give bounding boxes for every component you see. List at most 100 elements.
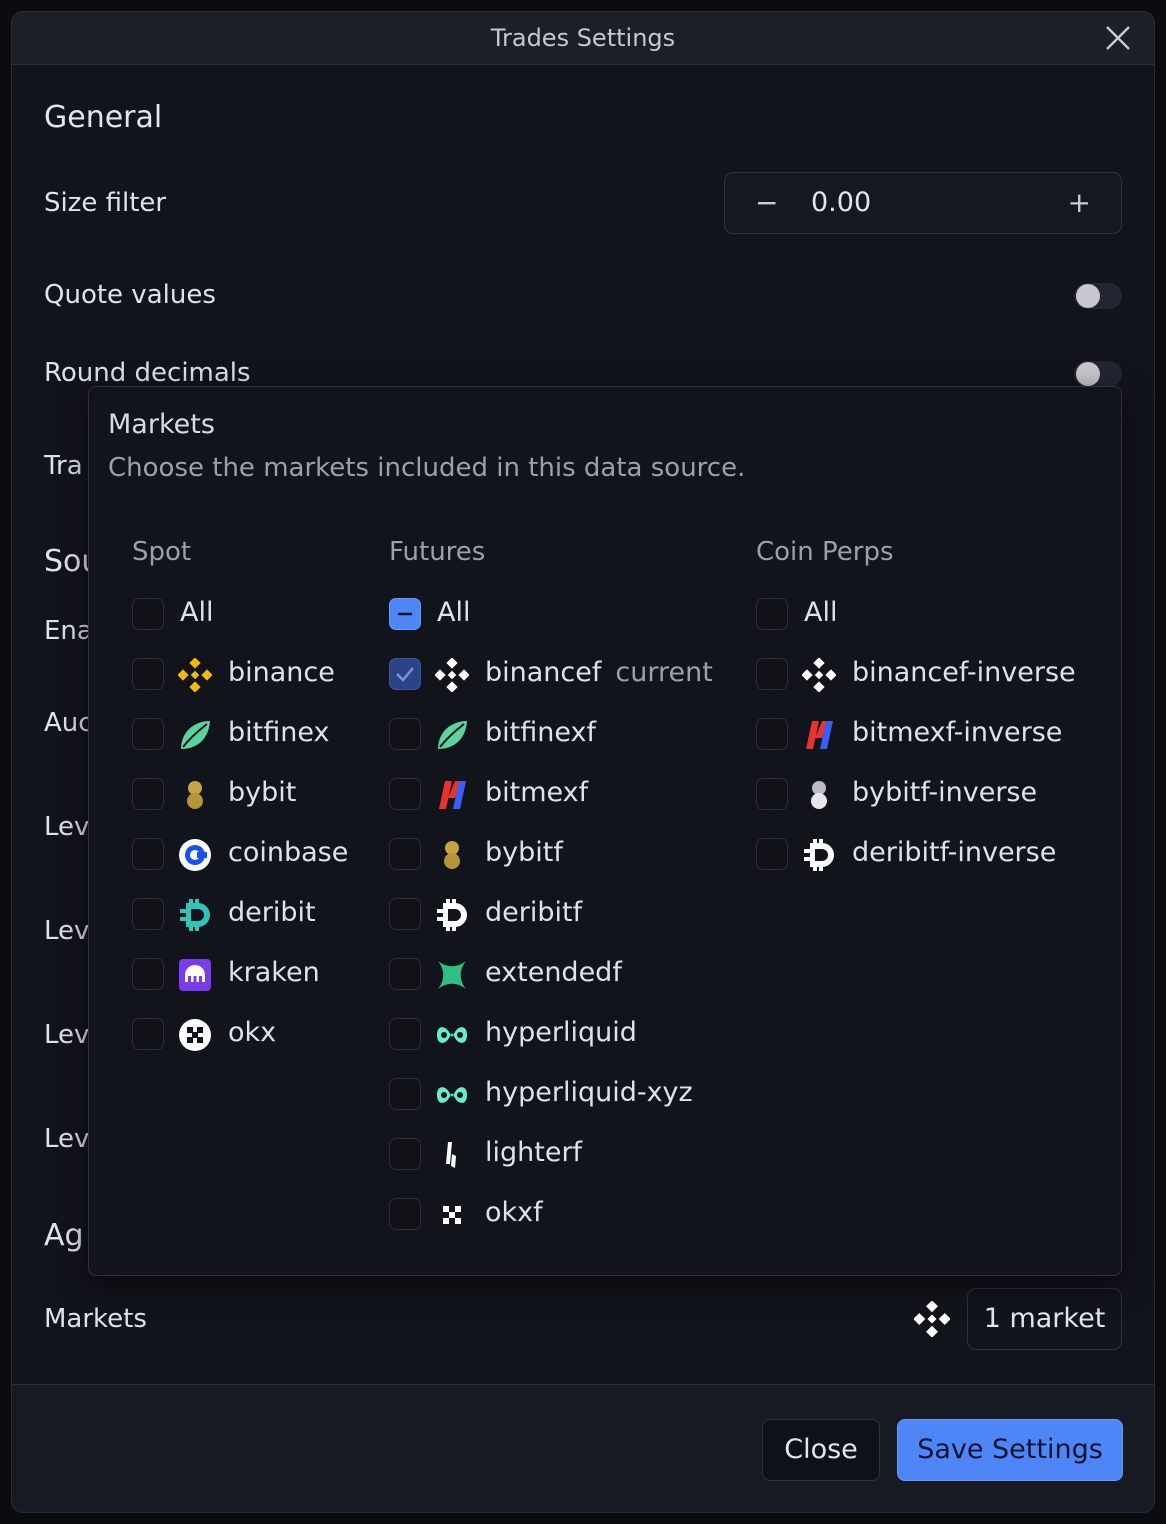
checkbox[interactable] xyxy=(132,838,164,870)
bybit-icon xyxy=(178,778,212,812)
binance-icon xyxy=(914,1301,950,1337)
option-label: All xyxy=(804,597,838,628)
markets-count-button[interactable]: 1 market xyxy=(967,1288,1122,1350)
spot-all-option[interactable]: All xyxy=(132,594,332,634)
quote-values-toggle[interactable] xyxy=(1074,283,1122,309)
round-decimals-toggle[interactable] xyxy=(1074,361,1122,387)
futures-okxf-option[interactable]: okxf xyxy=(389,1194,689,1234)
coin-perps-all-option[interactable]: All xyxy=(756,594,956,634)
option-label: deribit xyxy=(228,897,316,928)
checkbox-indeterminate[interactable] xyxy=(389,598,421,630)
checkbox[interactable] xyxy=(132,958,164,990)
kraken-icon xyxy=(178,958,212,992)
general-heading: General xyxy=(44,100,163,135)
spot-kraken-option[interactable]: kraken xyxy=(132,954,362,994)
footer-bar: Close Save Settings xyxy=(12,1384,1154,1512)
checkbox[interactable] xyxy=(389,1198,421,1230)
option-label-wrap: binancef current xyxy=(485,657,713,688)
option-label: bitmexf xyxy=(485,777,589,808)
partial-heading-ag: Ag xyxy=(44,1218,84,1253)
option-label: binance xyxy=(228,657,335,688)
okx-icon xyxy=(435,1198,469,1232)
checkbox[interactable] xyxy=(132,598,164,630)
window-title: Trades Settings xyxy=(490,24,676,52)
partial-label-lev-2: Lev xyxy=(44,916,90,946)
coin-perps-bybitf-inverse-option[interactable]: bybitf-inverse xyxy=(756,774,1096,814)
spot-deribit-option[interactable]: deribit xyxy=(132,894,362,934)
futures-all-option[interactable]: All xyxy=(389,594,589,634)
checkbox[interactable] xyxy=(756,598,788,630)
option-label: All xyxy=(180,597,214,628)
checkbox[interactable] xyxy=(132,778,164,810)
option-label: okxf xyxy=(485,1197,543,1228)
spot-column-heading: Spot xyxy=(132,537,192,567)
checkbox-checked[interactable] xyxy=(389,658,421,690)
checkbox[interactable] xyxy=(389,838,421,870)
binance-icon xyxy=(435,658,469,692)
checkbox[interactable] xyxy=(389,958,421,990)
checkbox[interactable] xyxy=(389,778,421,810)
coin-perps-deribitf-inverse-option[interactable]: deribitf-inverse xyxy=(756,834,1096,874)
option-label: bybitf xyxy=(485,837,563,868)
option-label: bitfinexf xyxy=(485,717,596,748)
save-settings-button[interactable]: Save Settings xyxy=(897,1419,1123,1481)
spot-bybit-option[interactable]: bybit xyxy=(132,774,362,814)
checkbox[interactable] xyxy=(132,898,164,930)
spot-okx-option[interactable]: okx xyxy=(132,1014,362,1054)
option-label: deribitf-inverse xyxy=(852,837,1057,868)
close-icon[interactable] xyxy=(1104,24,1132,52)
futures-hyperliquid-xyz-option[interactable]: hyperliquid-xyz xyxy=(389,1074,719,1114)
partial-label-lev-1: Lev xyxy=(44,812,90,842)
futures-column-heading: Futures xyxy=(389,537,486,567)
bybit-icon xyxy=(802,778,836,812)
hyperliquid-icon xyxy=(435,1018,469,1052)
size-filter-value[interactable]: 0.00 xyxy=(811,187,871,218)
futures-binancef-option[interactable]: binancef current xyxy=(389,654,729,694)
checkbox[interactable] xyxy=(389,718,421,750)
partial-label-lev-4: Lev xyxy=(44,1124,90,1154)
checkbox[interactable] xyxy=(389,1018,421,1050)
bitfinex-icon xyxy=(435,718,469,752)
futures-bitmexf-option[interactable]: bitmexf xyxy=(389,774,689,814)
lighter-icon xyxy=(435,1138,469,1172)
spot-coinbase-option[interactable]: coinbase xyxy=(132,834,362,874)
coinbase-icon xyxy=(178,838,212,872)
size-filter-stepper[interactable]: − 0.00 + xyxy=(724,172,1122,234)
increment-button[interactable]: + xyxy=(1068,186,1091,219)
toggle-knob xyxy=(1076,362,1100,386)
option-label: bybit xyxy=(228,777,297,808)
checkbox[interactable] xyxy=(756,718,788,750)
option-label: binancef-inverse xyxy=(852,657,1076,688)
coin-perps-binancef-inverse-option[interactable]: binancef-inverse xyxy=(756,654,1096,694)
checkbox[interactable] xyxy=(389,1078,421,1110)
option-label: extendedf xyxy=(485,957,622,988)
checkbox[interactable] xyxy=(132,718,164,750)
partial-label-auc: Auc xyxy=(44,708,93,738)
futures-lighterf-option[interactable]: lighterf xyxy=(389,1134,689,1174)
checkbox[interactable] xyxy=(132,658,164,690)
futures-hyperliquid-option[interactable]: hyperliquid xyxy=(389,1014,719,1054)
markets-label: Markets xyxy=(44,1304,147,1334)
decrement-button[interactable]: − xyxy=(755,186,778,219)
futures-bybitf-option[interactable]: bybitf xyxy=(389,834,689,874)
quote-values-label: Quote values xyxy=(44,280,216,310)
spot-binance-option[interactable]: binance xyxy=(132,654,362,694)
extended-icon xyxy=(435,958,469,992)
checkbox[interactable] xyxy=(756,778,788,810)
hyperliquid-icon xyxy=(435,1078,469,1112)
checkbox[interactable] xyxy=(756,658,788,690)
popup-title: Markets xyxy=(108,409,215,440)
checkbox[interactable] xyxy=(389,1138,421,1170)
checkmark-icon xyxy=(396,667,414,682)
close-button[interactable]: Close xyxy=(762,1419,880,1481)
spot-bitfinex-option[interactable]: bitfinex xyxy=(132,714,362,754)
bitfinex-icon xyxy=(178,718,212,752)
option-label: kraken xyxy=(228,957,320,988)
checkbox[interactable] xyxy=(389,898,421,930)
coin-perps-bitmexf-inverse-option[interactable]: bitmexf-inverse xyxy=(756,714,1096,754)
futures-extendedf-option[interactable]: extendedf xyxy=(389,954,689,994)
futures-bitfinexf-option[interactable]: bitfinexf xyxy=(389,714,689,754)
checkbox[interactable] xyxy=(756,838,788,870)
checkbox[interactable] xyxy=(132,1018,164,1050)
futures-deribitf-option[interactable]: deribitf xyxy=(389,894,689,934)
